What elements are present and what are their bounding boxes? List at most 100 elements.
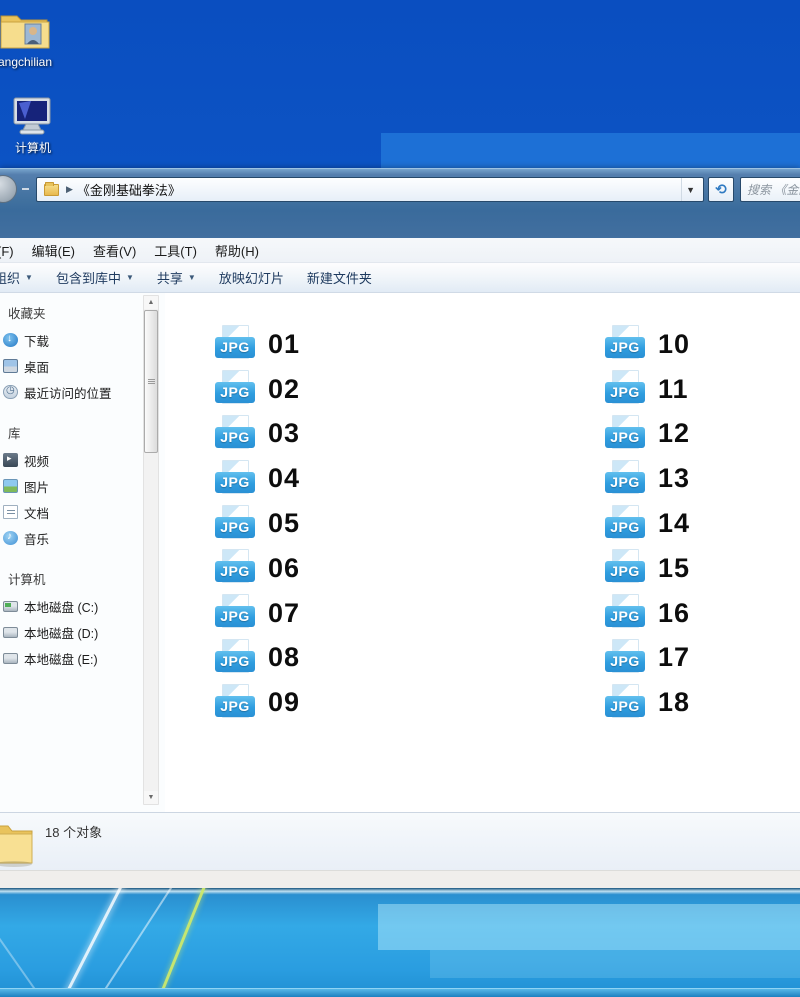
window-bottom-frame (0, 870, 800, 888)
file-item[interactable]: JPG02 (215, 367, 300, 412)
chevron-down-icon: ▼ (126, 273, 134, 282)
scroll-down-icon[interactable]: ▼ (144, 791, 158, 804)
toolbar-button-label: 放映幻灯片 (219, 268, 284, 287)
breadcrumb-path[interactable]: 《金刚基础拳法》 (77, 180, 181, 199)
toolbar-button-label: 组织 (0, 268, 20, 287)
sidebar-item[interactable]: 文档 (0, 499, 165, 525)
file-item[interactable]: JPG12 (605, 412, 690, 457)
jpg-file-icon: JPG (605, 639, 649, 677)
disk-icon (3, 653, 18, 664)
menu-item-2[interactable]: 查看(V) (84, 241, 145, 260)
menu-item-4[interactable]: 帮助(H) (206, 241, 268, 260)
menu-item-0[interactable]: 文件(F) (0, 241, 23, 260)
menu-item-3[interactable]: 工具(T) (145, 241, 206, 260)
search-placeholder: 搜索 《金刚基础拳法》 (747, 181, 800, 198)
file-name: 13 (658, 463, 690, 494)
chevron-down-icon: ▼ (188, 273, 196, 282)
back-button[interactable] (0, 175, 17, 203)
explorer-window: ▶ 《金刚基础拳法》 ▼ ⟲ 搜索 《金刚基础拳法》 文件(F)编辑(E)查看(… (0, 168, 800, 888)
file-name: 09 (268, 687, 300, 718)
file-name: 11 (658, 374, 689, 405)
sidebar-item[interactable]: 桌面 (0, 353, 165, 379)
pictures-icon (3, 479, 18, 493)
toolbar-button-4[interactable]: 新建文件夹 (296, 268, 383, 287)
file-item[interactable]: JPG 09 (215, 680, 300, 725)
sidebar-section-header[interactable]: 库 (0, 422, 165, 447)
file-item[interactable]: JPG11 (605, 367, 690, 412)
window-chrome: ▶ 《金刚基础拳法》 ▼ ⟲ 搜索 《金刚基础拳法》 (0, 168, 800, 238)
sidebar-scrollbar[interactable]: ▲ ▼ (143, 295, 159, 805)
refresh-button[interactable]: ⟲ (708, 177, 734, 202)
sidebar-item-label: 本地磁盘 (D:) (24, 623, 98, 642)
toolbar-button-label: 新建文件夹 (307, 268, 372, 287)
jpg-file-icon: JPG (605, 325, 649, 363)
downloads-icon (3, 333, 18, 347)
jpg-file-icon: JPG (605, 415, 649, 453)
sidebar-section-header[interactable]: 计算机 (0, 568, 165, 593)
toolbar-button-1[interactable]: 包含到库中 ▼ (45, 268, 145, 287)
toolbar-button-3[interactable]: 放映幻灯片 (208, 268, 295, 287)
sidebar-item-label: 音乐 (24, 529, 49, 548)
navigation-pane: 收藏夹下载桌面最近访问的位置库视频图片文档音乐计算机本地磁盘 (C:) 本地磁盘 … (0, 293, 165, 812)
sidebar-item[interactable]: 音乐 (0, 525, 165, 551)
jpg-badge: JPG (605, 606, 645, 627)
file-item[interactable]: JPG05 (215, 501, 300, 546)
desktop-icon-computer[interactable]: 计算机 (0, 96, 72, 156)
file-item[interactable]: JPG08 (215, 636, 300, 681)
details-pane: 18 个对象 (0, 812, 800, 870)
sidebar-item[interactable]: 本地磁盘 (E:) (0, 645, 165, 671)
jpg-badge: JPG (605, 651, 645, 672)
file-name: 06 (268, 553, 300, 584)
file-list-pane: JPG01JPG02JPG03JPG04JPG05JPG06JPG07JPG08… (165, 293, 800, 812)
file-name: 05 (268, 508, 300, 539)
aurora-streak (64, 888, 175, 997)
computer-icon (0, 96, 72, 136)
sidebar-item[interactable]: 本地磁盘 (C:) (0, 593, 165, 619)
address-dropdown-icon[interactable]: ▼ (681, 178, 699, 201)
user-folder-icon (0, 8, 64, 52)
sidebar-item[interactable]: 下载 (0, 327, 165, 353)
file-item[interactable]: JPG01 (215, 322, 300, 367)
scrollbar-thumb[interactable] (144, 310, 158, 453)
file-name: 15 (658, 553, 690, 584)
sidebar-section-header[interactable]: 收藏夹 (0, 302, 165, 327)
scroll-up-icon[interactable]: ▲ (144, 296, 158, 309)
recent-places-icon (3, 385, 18, 399)
documents-icon (3, 505, 18, 519)
search-input[interactable]: 搜索 《金刚基础拳法》 (740, 177, 800, 202)
file-item[interactable]: JPG06 (215, 546, 300, 591)
file-item[interactable]: JPG13 (605, 456, 690, 501)
toolbar-button-0[interactable]: 组织▼ (0, 268, 44, 287)
file-item[interactable]: JPG16 (605, 591, 690, 636)
toolbar-button-2[interactable]: 共享 ▼ (146, 268, 207, 287)
menu-item-1[interactable]: 编辑(E) (23, 241, 84, 260)
jpg-badge: JPG (605, 561, 645, 582)
toolbar: 组织▼ 包含到库中 ▼ 共享 ▼ 放映幻灯片 新建文件夹 (0, 263, 800, 293)
file-item[interactable]: JPG07 (215, 591, 300, 636)
breadcrumb-arrow-icon[interactable]: ▶ (66, 184, 73, 195)
aurora-streak (28, 888, 131, 997)
jpg-badge: JPG (605, 427, 645, 448)
sidebar-item[interactable]: 视频 (0, 447, 165, 473)
sidebar-item[interactable]: 图片 (0, 473, 165, 499)
jpg-file-icon: JPG (605, 594, 649, 632)
address-bar[interactable]: ▶ 《金刚基础拳法》 ▼ (36, 177, 704, 202)
toolbar-button-label: 包含到库中 (56, 268, 121, 287)
file-item[interactable]: JPG18 (605, 680, 690, 725)
toolbar-button-label: 共享 (157, 268, 183, 287)
file-item[interactable]: JPG17 (605, 636, 690, 681)
file-item[interactable]: JPG03 (215, 412, 300, 457)
sidebar-item[interactable]: 本地磁盘 (D:) (0, 619, 165, 645)
file-item[interactable]: JPG10 (605, 322, 690, 367)
sidebar-item[interactable]: 最近访问的位置 (0, 379, 165, 405)
jpg-badge: JPG (215, 337, 255, 358)
jpg-badge: JPG (215, 696, 255, 717)
desktop-icon-label: 计算机 (15, 141, 51, 155)
file-item[interactable]: JPG14 (605, 501, 690, 546)
file-name: 14 (658, 508, 690, 539)
desktop-icon-user-folder[interactable]: angchilian (0, 8, 64, 69)
file-item[interactable]: JPG04 (215, 456, 300, 501)
jpg-file-icon: JPG (605, 549, 649, 587)
disk-icon (3, 627, 18, 638)
file-item[interactable]: JPG 15 (605, 546, 690, 591)
